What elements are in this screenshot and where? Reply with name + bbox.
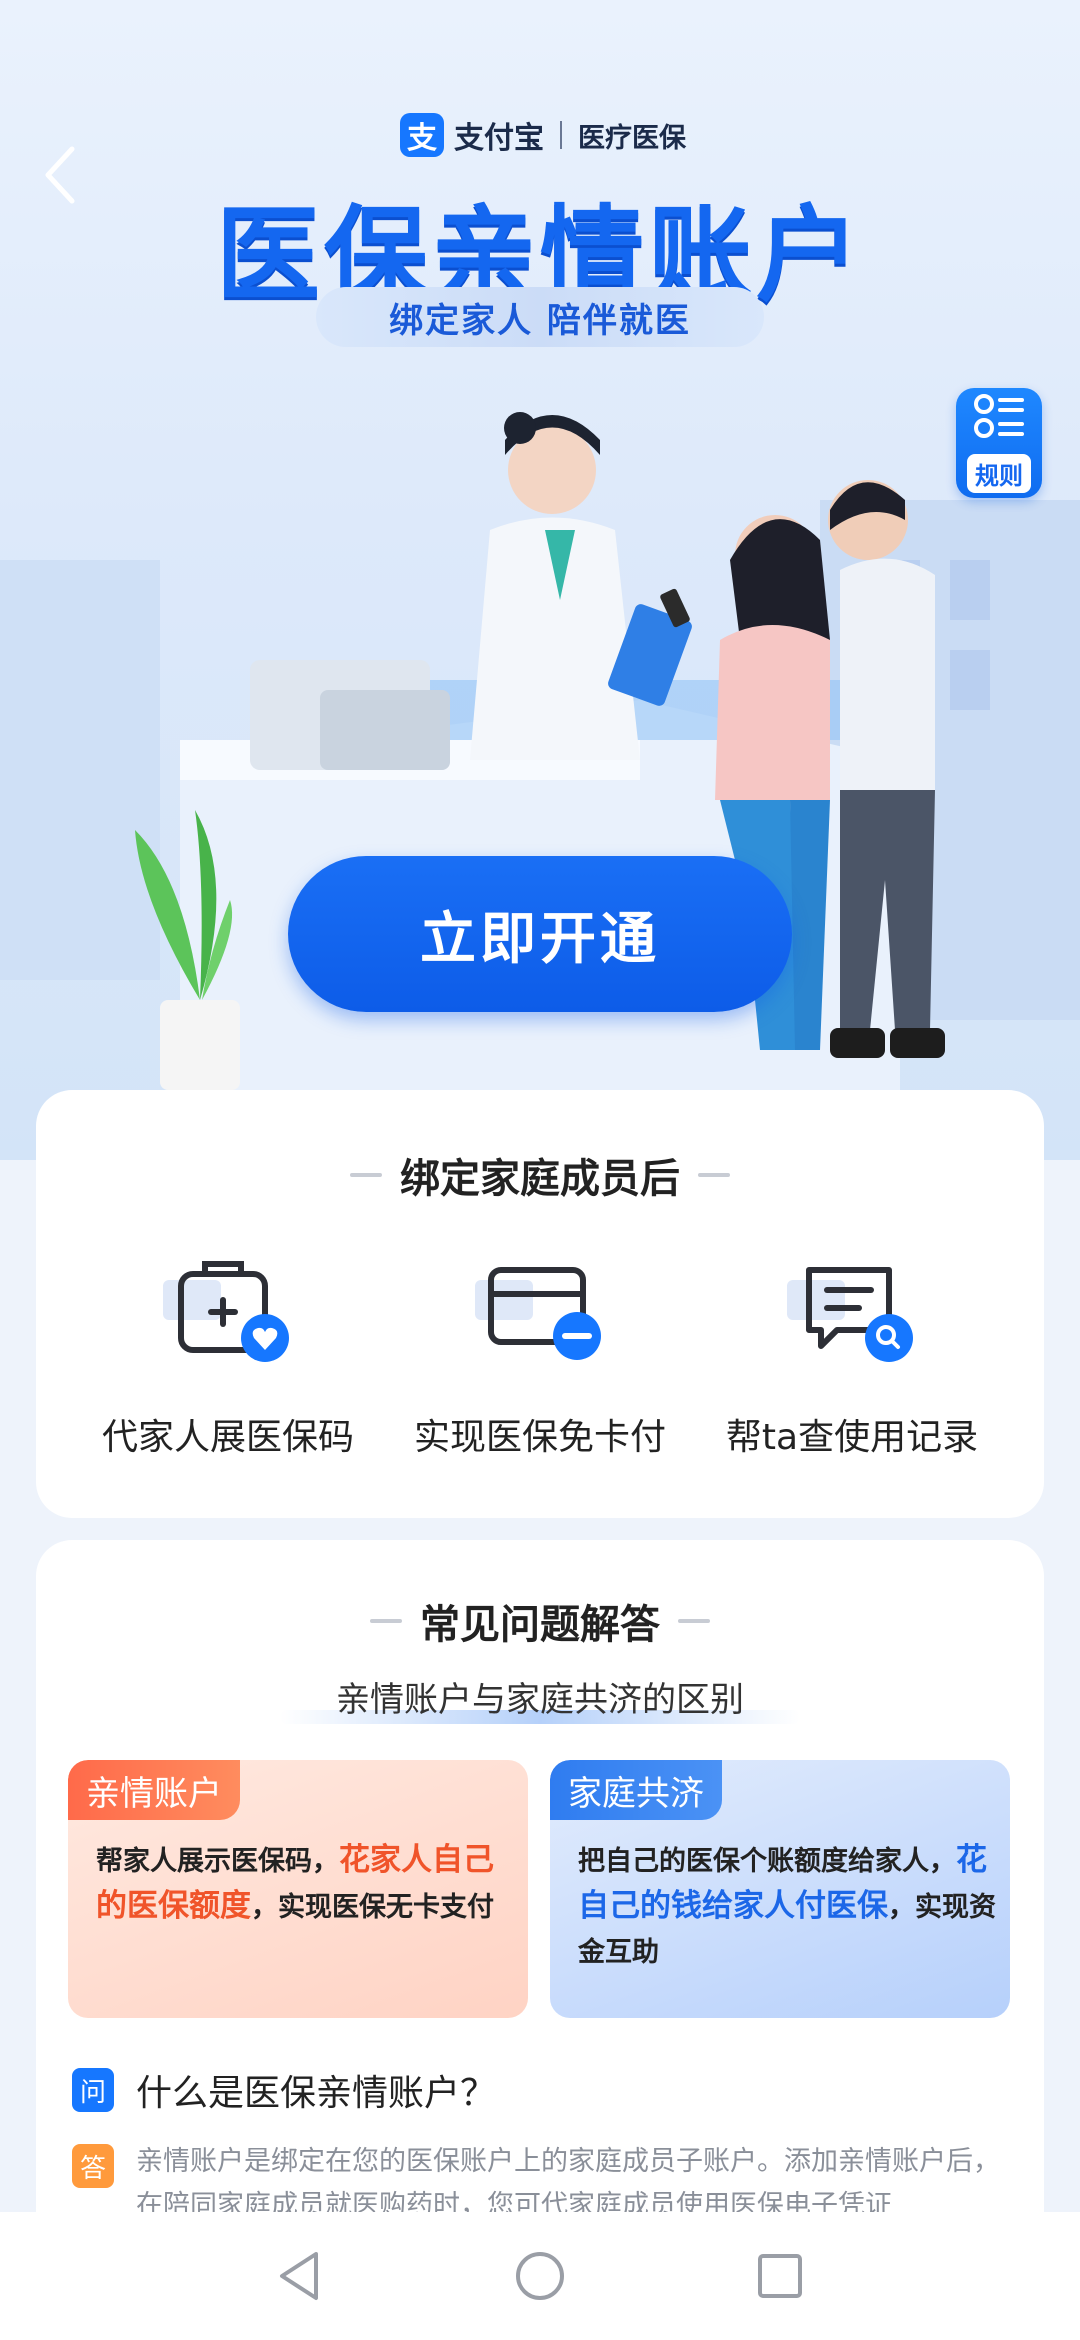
system-nav-bar: [0, 2212, 1080, 2340]
compare-subtitle-text: 亲情账户与家庭共济的区别: [336, 1680, 744, 1720]
medical-kit-heart-icon: [153, 1260, 303, 1370]
rules-button[interactable]: 规则: [956, 388, 1042, 498]
rules-label: 规则: [967, 454, 1031, 493]
title-dash-right: [678, 1619, 710, 1623]
compare-tag: 家庭共济: [550, 1760, 722, 1820]
title-dash-left: [370, 1619, 402, 1623]
nav-recents-button[interactable]: [740, 2236, 820, 2316]
brand-header: 支 支付宝 医疗医保: [400, 112, 686, 158]
benefits-card: 绑定家庭成员后 代家人展医保码 实现医保免卡付 帮ta查使用记录: [36, 1090, 1044, 1518]
compare-text-pre: 把自己的医保个账额度给家人，: [578, 1846, 956, 1877]
compare-subtitle: 亲情账户与家庭共济的区别: [36, 1672, 1044, 1724]
alipay-logo-icon: 支: [400, 113, 444, 157]
brand-subtitle: 医疗医保: [578, 122, 686, 154]
list-icon: [974, 394, 1024, 438]
nav-home-button[interactable]: [500, 2236, 580, 2316]
question-text: 什么是医保亲情账户？: [136, 2073, 497, 2114]
title-dash-left: [350, 1173, 382, 1177]
record-search-icon: [777, 1260, 927, 1370]
square-recents-icon: [758, 2254, 802, 2298]
compare-card-family-mutual-aid: 家庭共济 把自己的医保个账额度给家人，花自己的钱给家人付医保，实现资金互助: [550, 1760, 1010, 2018]
card-minus-icon: [465, 1260, 615, 1370]
faq-title-text: 常见问题解答: [420, 1602, 660, 1648]
page-subtitle: 绑定家人 陪伴就医: [316, 287, 764, 347]
compare-card-family-account: 亲情账户 帮家人展示医保码，花家人自己的医保额度，实现医保无卡支付: [68, 1760, 528, 2018]
benefit-label: 实现医保免卡付: [413, 1417, 666, 1458]
faq-section-title: 常见问题解答: [36, 1592, 1044, 1650]
compare-text: 把自己的医保个账额度给家人，花自己的钱给家人付医保，实现资金互助: [578, 1838, 998, 1975]
activate-now-button[interactable]: 立即开通: [288, 856, 792, 1012]
compare-tag: 亲情账户: [68, 1760, 240, 1820]
title-dash-right: [698, 1173, 730, 1177]
faq-question[interactable]: 问 什么是医保亲情账户？: [72, 2064, 496, 2116]
compare-text-post: ，实现医保无卡支付: [251, 1892, 494, 1923]
question-badge-icon: 问: [72, 2068, 114, 2112]
brand-name: 支付宝: [454, 121, 544, 156]
benefit-item-show-code: 代家人展医保码: [78, 1260, 378, 1460]
benefit-label: 帮ta查使用记录: [725, 1417, 979, 1458]
benefit-item-usage-records: 帮ta查使用记录: [702, 1260, 1002, 1460]
benefits-title-text: 绑定家庭成员后: [400, 1156, 680, 1202]
compare-text: 帮家人展示医保码，花家人自己的医保额度，实现医保无卡支付: [96, 1838, 516, 1930]
answer-badge-icon: 答: [72, 2144, 114, 2188]
compare-text-pre: 帮家人展示医保码，: [96, 1846, 339, 1877]
hero-banner: 支 支付宝 医疗医保 医保亲情账户 绑定家人 陪伴就医 规则 立即开通: [0, 0, 1080, 1160]
nav-back-button[interactable]: [260, 2236, 340, 2316]
benefit-label: 代家人展医保码: [101, 1417, 354, 1458]
benefit-item-card-free-pay: 实现医保免卡付: [390, 1260, 690, 1460]
benefits-section-title: 绑定家庭成员后: [36, 1146, 1044, 1204]
triangle-back-icon: [280, 2252, 318, 2300]
brand-divider: [560, 121, 562, 149]
circle-home-icon: [516, 2252, 564, 2300]
